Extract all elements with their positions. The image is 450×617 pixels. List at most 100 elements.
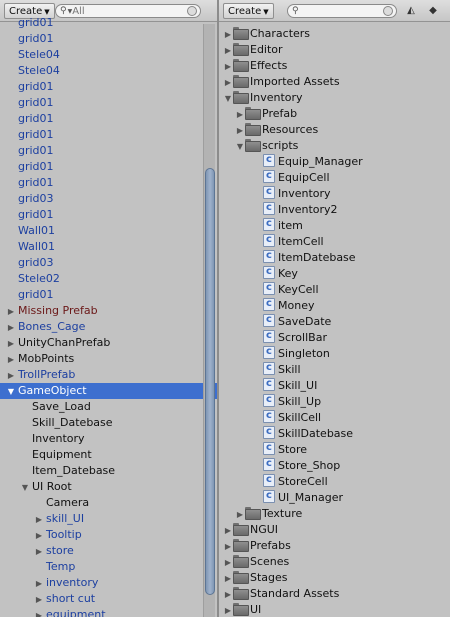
hierarchy-item[interactable]: Inventory — [0, 431, 217, 447]
script-asset-item[interactable]: SaveDate — [219, 312, 450, 330]
hierarchy-item[interactable]: ▶ equipment — [0, 607, 217, 617]
hierarchy-scrollbar-thumb[interactable] — [205, 168, 215, 595]
project-search[interactable]: ⚲ — [287, 4, 397, 18]
script-asset-item[interactable]: Money — [219, 296, 450, 314]
script-asset-item[interactable]: SkillDatebase — [219, 424, 450, 442]
hierarchy-item[interactable]: Stele04 — [0, 47, 217, 63]
expanded-arrow-icon[interactable]: ▼ — [20, 480, 30, 496]
collapsed-arrow-icon[interactable]: ▶ — [223, 43, 233, 59]
collapsed-arrow-icon[interactable]: ▶ — [223, 571, 233, 587]
hierarchy-item[interactable]: ▶ TrollPrefab — [0, 367, 217, 383]
collapsed-arrow-icon[interactable]: ▶ — [34, 576, 44, 592]
hierarchy-item[interactable]: ▶ inventory — [0, 575, 217, 591]
hierarchy-item[interactable]: grid01 — [0, 31, 217, 47]
script-asset-item[interactable]: ItemCell — [219, 232, 450, 250]
hierarchy-item[interactable]: grid01 — [0, 207, 217, 223]
hierarchy-item[interactable]: ▶ Tooltip — [0, 527, 217, 543]
hierarchy-item[interactable]: Wall01 — [0, 239, 217, 255]
script-asset-item[interactable]: ScrollBar — [219, 328, 450, 346]
script-asset-item[interactable]: StoreCell — [219, 472, 450, 490]
script-asset-item[interactable]: EquipCell — [219, 168, 450, 186]
project-search-input[interactable] — [298, 5, 396, 17]
folder-item[interactable]: ▼ Inventory — [219, 90, 450, 106]
project-create-button[interactable]: Create ▼ — [223, 3, 274, 19]
collapsed-arrow-icon[interactable]: ▶ — [223, 27, 233, 43]
hierarchy-item[interactable]: ▶ Bones_Cage — [0, 319, 217, 335]
collapsed-arrow-icon[interactable]: ▶ — [34, 608, 44, 617]
script-asset-item[interactable]: Skill_UI — [219, 376, 450, 394]
hierarchy-item[interactable]: ▼ UI Root — [0, 479, 217, 495]
folder-item[interactable]: ▶ UI — [219, 602, 450, 617]
script-asset-item[interactable]: item — [219, 216, 450, 234]
script-asset-item[interactable]: Inventory2 — [219, 200, 450, 218]
collapsed-arrow-icon[interactable]: ▶ — [235, 107, 245, 123]
folder-item[interactable]: ▶ NGUI — [219, 522, 450, 538]
script-asset-item[interactable]: Store_Shop — [219, 456, 450, 474]
hierarchy-item[interactable]: Wall01 — [0, 223, 217, 239]
hierarchy-item[interactable]: ▶ MobPoints — [0, 351, 217, 367]
folder-item[interactable]: ▼ scripts — [219, 138, 450, 154]
hierarchy-item[interactable]: grid01 — [0, 159, 217, 175]
folder-item[interactable]: ▶ Prefab — [219, 106, 450, 122]
collapsed-arrow-icon[interactable]: ▶ — [223, 539, 233, 555]
script-asset-item[interactable]: Store — [219, 440, 450, 458]
script-asset-item[interactable]: Key — [219, 264, 450, 282]
collapsed-arrow-icon[interactable]: ▶ — [34, 592, 44, 608]
script-asset-item[interactable]: ItemDatebase — [219, 248, 450, 266]
collapsed-arrow-icon[interactable]: ▶ — [235, 123, 245, 139]
hierarchy-item[interactable]: ▶ short cut — [0, 591, 217, 607]
hierarchy-item[interactable]: grid01 — [0, 287, 217, 303]
folder-item[interactable]: ▶ Standard Assets — [219, 586, 450, 602]
script-asset-item[interactable]: SkillCell — [219, 408, 450, 426]
folder-item[interactable]: ▶ Resources — [219, 122, 450, 138]
collapsed-arrow-icon[interactable]: ▶ — [34, 528, 44, 544]
hierarchy-item[interactable]: ▶ Missing Prefab — [0, 303, 217, 319]
hierarchy-item[interactable]: grid01 — [0, 95, 217, 111]
hierarchy-item[interactable]: Stele04 — [0, 63, 217, 79]
hierarchy-item[interactable]: grid01 — [0, 79, 217, 95]
hierarchy-item[interactable]: grid01 — [0, 175, 217, 191]
folder-item[interactable]: ▶ Texture — [219, 506, 450, 522]
hierarchy-item[interactable]: grid03 — [0, 255, 217, 271]
script-asset-item[interactable]: Skill — [219, 360, 450, 378]
folder-item[interactable]: ▶ Editor — [219, 42, 450, 58]
hierarchy-item[interactable]: Stele02 — [0, 271, 217, 287]
hierarchy-item[interactable]: Save_Load — [0, 399, 217, 415]
script-asset-item[interactable]: Skill_Up — [219, 392, 450, 410]
folder-item[interactable]: ▶ Stages — [219, 570, 450, 586]
hierarchy-item[interactable]: ▼ GameObject — [0, 383, 217, 399]
script-asset-item[interactable]: Singleton — [219, 344, 450, 362]
hierarchy-item[interactable]: grid01 — [0, 143, 217, 159]
hierarchy-item[interactable]: Camera — [0, 495, 217, 511]
hierarchy-item[interactable]: Temp — [0, 559, 217, 575]
hierarchy-item[interactable]: Item_Datebase — [0, 463, 217, 479]
folder-item[interactable]: ▶ Scenes — [219, 554, 450, 570]
collapsed-arrow-icon[interactable]: ▶ — [223, 555, 233, 571]
collapsed-arrow-icon[interactable]: ▶ — [6, 352, 16, 368]
hierarchy-item[interactable]: grid03 — [0, 191, 217, 207]
folder-item[interactable]: ▶ Characters — [219, 26, 450, 42]
script-asset-item[interactable]: Equip_Manager — [219, 152, 450, 170]
hierarchy-item[interactable]: grid01 — [0, 111, 217, 127]
filter-by-label-icon[interactable]: ◆ — [425, 4, 441, 18]
folder-item[interactable]: ▶ Prefabs — [219, 538, 450, 554]
script-asset-item[interactable]: KeyCell — [219, 280, 450, 298]
collapsed-arrow-icon[interactable]: ▶ — [223, 75, 233, 91]
hierarchy-item[interactable]: ▶ skill_UI — [0, 511, 217, 527]
collapsed-arrow-icon[interactable]: ▶ — [6, 304, 16, 320]
filter-by-type-icon[interactable]: ◭ — [403, 4, 419, 18]
script-asset-item[interactable]: Inventory — [219, 184, 450, 202]
hierarchy-item[interactable]: grid01 — [0, 15, 217, 31]
expanded-arrow-icon[interactable]: ▼ — [6, 384, 16, 400]
collapsed-arrow-icon[interactable]: ▶ — [223, 523, 233, 539]
search-cancel-icon[interactable] — [383, 6, 393, 16]
collapsed-arrow-icon[interactable]: ▶ — [223, 603, 233, 617]
folder-item[interactable]: ▶ Imported Assets — [219, 74, 450, 90]
collapsed-arrow-icon[interactable]: ▶ — [6, 368, 16, 384]
collapsed-arrow-icon[interactable]: ▶ — [235, 507, 245, 523]
collapsed-arrow-icon[interactable]: ▶ — [34, 512, 44, 528]
script-asset-item[interactable]: UI_Manager — [219, 488, 450, 506]
hierarchy-scrollbar[interactable] — [203, 24, 215, 617]
hierarchy-item[interactable]: Equipment — [0, 447, 217, 463]
collapsed-arrow-icon[interactable]: ▶ — [223, 587, 233, 603]
